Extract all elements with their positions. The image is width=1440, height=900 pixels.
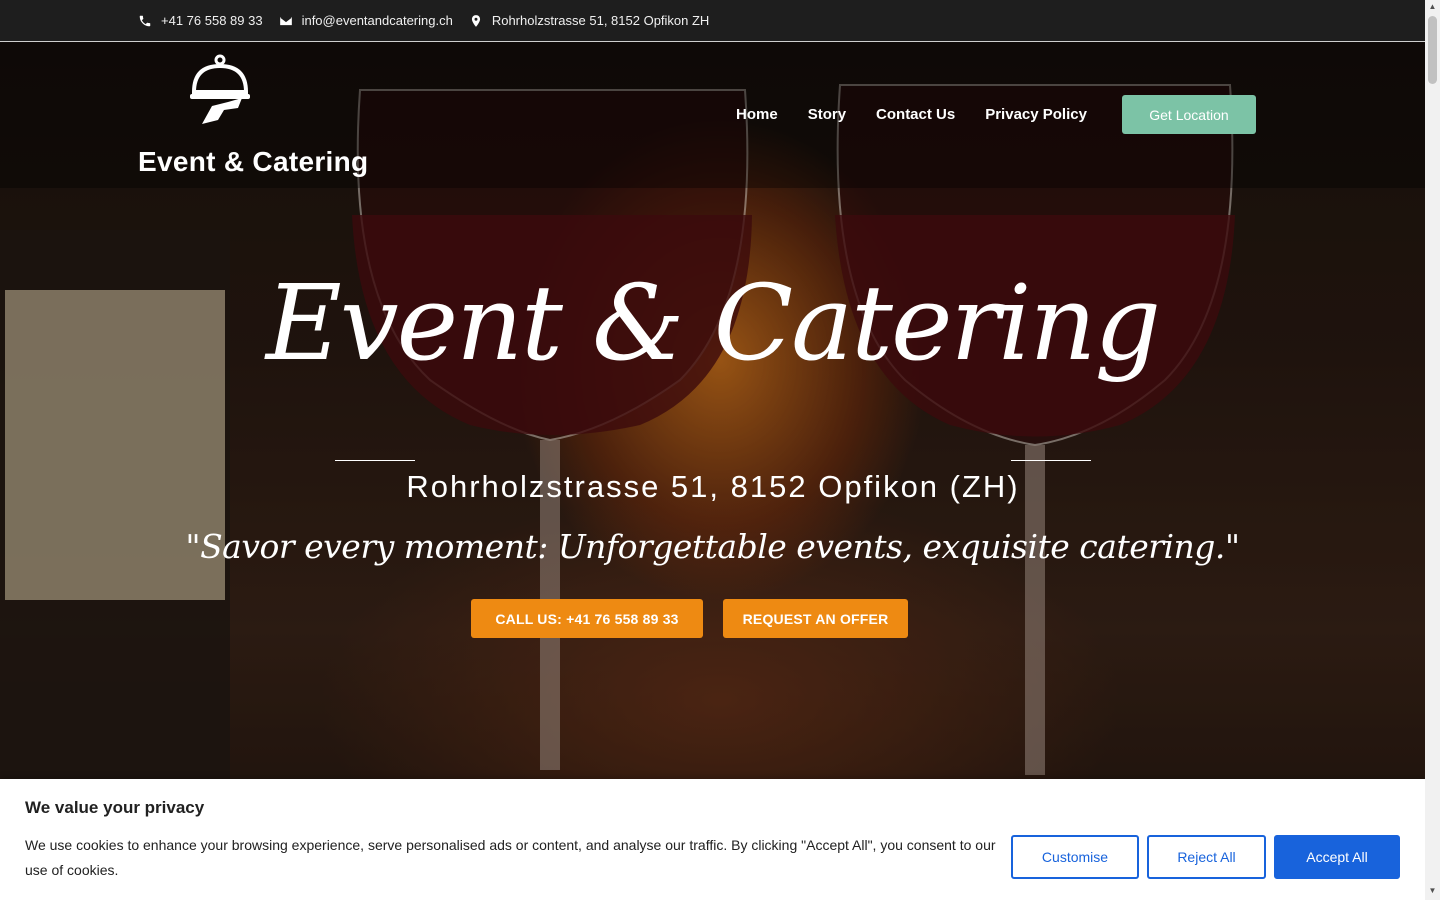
cookie-banner: We value your privacy We use cookies to … (0, 779, 1425, 900)
topbar-phone-text: +41 76 558 89 33 (161, 13, 263, 28)
phone-icon (139, 15, 151, 26)
get-location-button[interactable]: Get Location (1121, 95, 1256, 134)
map-pin-icon (471, 14, 480, 27)
main-nav: Home Story Contact Us Privacy Policy Get… (736, 95, 1256, 134)
scroll-down-arrow-icon[interactable]: ▼ (1428, 886, 1437, 898)
request-offer-button[interactable]: REQUEST AN OFFER (723, 599, 908, 638)
hero-title: Event & Catering (265, 262, 1161, 384)
nav-privacy-policy[interactable]: Privacy Policy (985, 106, 1087, 123)
scroll-up-arrow-icon[interactable]: ▲ (1428, 2, 1437, 14)
address-divider-right (1011, 460, 1091, 461)
site-header: Event & Catering Home Story Contact Us P… (0, 42, 1425, 188)
hero-address: Rohrholzstrasse 51, 8152 Opfikon (ZH) (406, 469, 1020, 504)
topbar-email[interactable]: info@eventandcatering.ch (279, 13, 453, 28)
page-scrollbar[interactable]: ▲ ▼ (1425, 0, 1440, 900)
cookie-actions: Customise Reject All Accept All (1011, 835, 1400, 879)
address-divider-left (335, 460, 415, 461)
topbar-address-text: Rohrholzstrasse 51, 8152 Opfikon ZH (491, 13, 710, 28)
nav-contact-us[interactable]: Contact Us (876, 106, 955, 123)
call-us-button[interactable]: CALL US: +41 76 558 89 33 (471, 599, 703, 638)
hero-address-row: Rohrholzstrasse 51, 8152 Opfikon (ZH) (335, 458, 1091, 504)
cookie-title: We value your privacy (25, 798, 205, 817)
topbar-phone[interactable]: +41 76 558 89 33 (138, 13, 263, 28)
topbar-address: Rohrholzstrasse 51, 8152 Opfikon ZH (469, 13, 710, 28)
cookie-customise-button[interactable]: Customise (1011, 835, 1139, 879)
topbar-email-text: info@eventandcatering.ch (301, 13, 453, 28)
cookie-text: We use cookies to enhance your browsing … (25, 837, 996, 878)
brand-name[interactable]: Event & Catering (138, 146, 368, 178)
cookie-reject-button[interactable]: Reject All (1147, 835, 1266, 879)
hero-buttons: CALL US: +41 76 558 89 33 REQUEST AN OFF… (471, 599, 908, 638)
nav-story[interactable]: Story (808, 106, 846, 123)
cloche-logo-icon[interactable] (188, 54, 252, 126)
scroll-thumb[interactable] (1428, 16, 1437, 84)
nav-home[interactable]: Home (736, 106, 778, 123)
cookie-accept-button[interactable]: Accept All (1274, 835, 1400, 879)
envelope-icon (279, 16, 292, 25)
top-info-bar: +41 76 558 89 33 info@eventandcatering.c… (0, 0, 1425, 42)
hero-tagline: "Savor every moment: Unforgettable event… (185, 527, 1240, 566)
